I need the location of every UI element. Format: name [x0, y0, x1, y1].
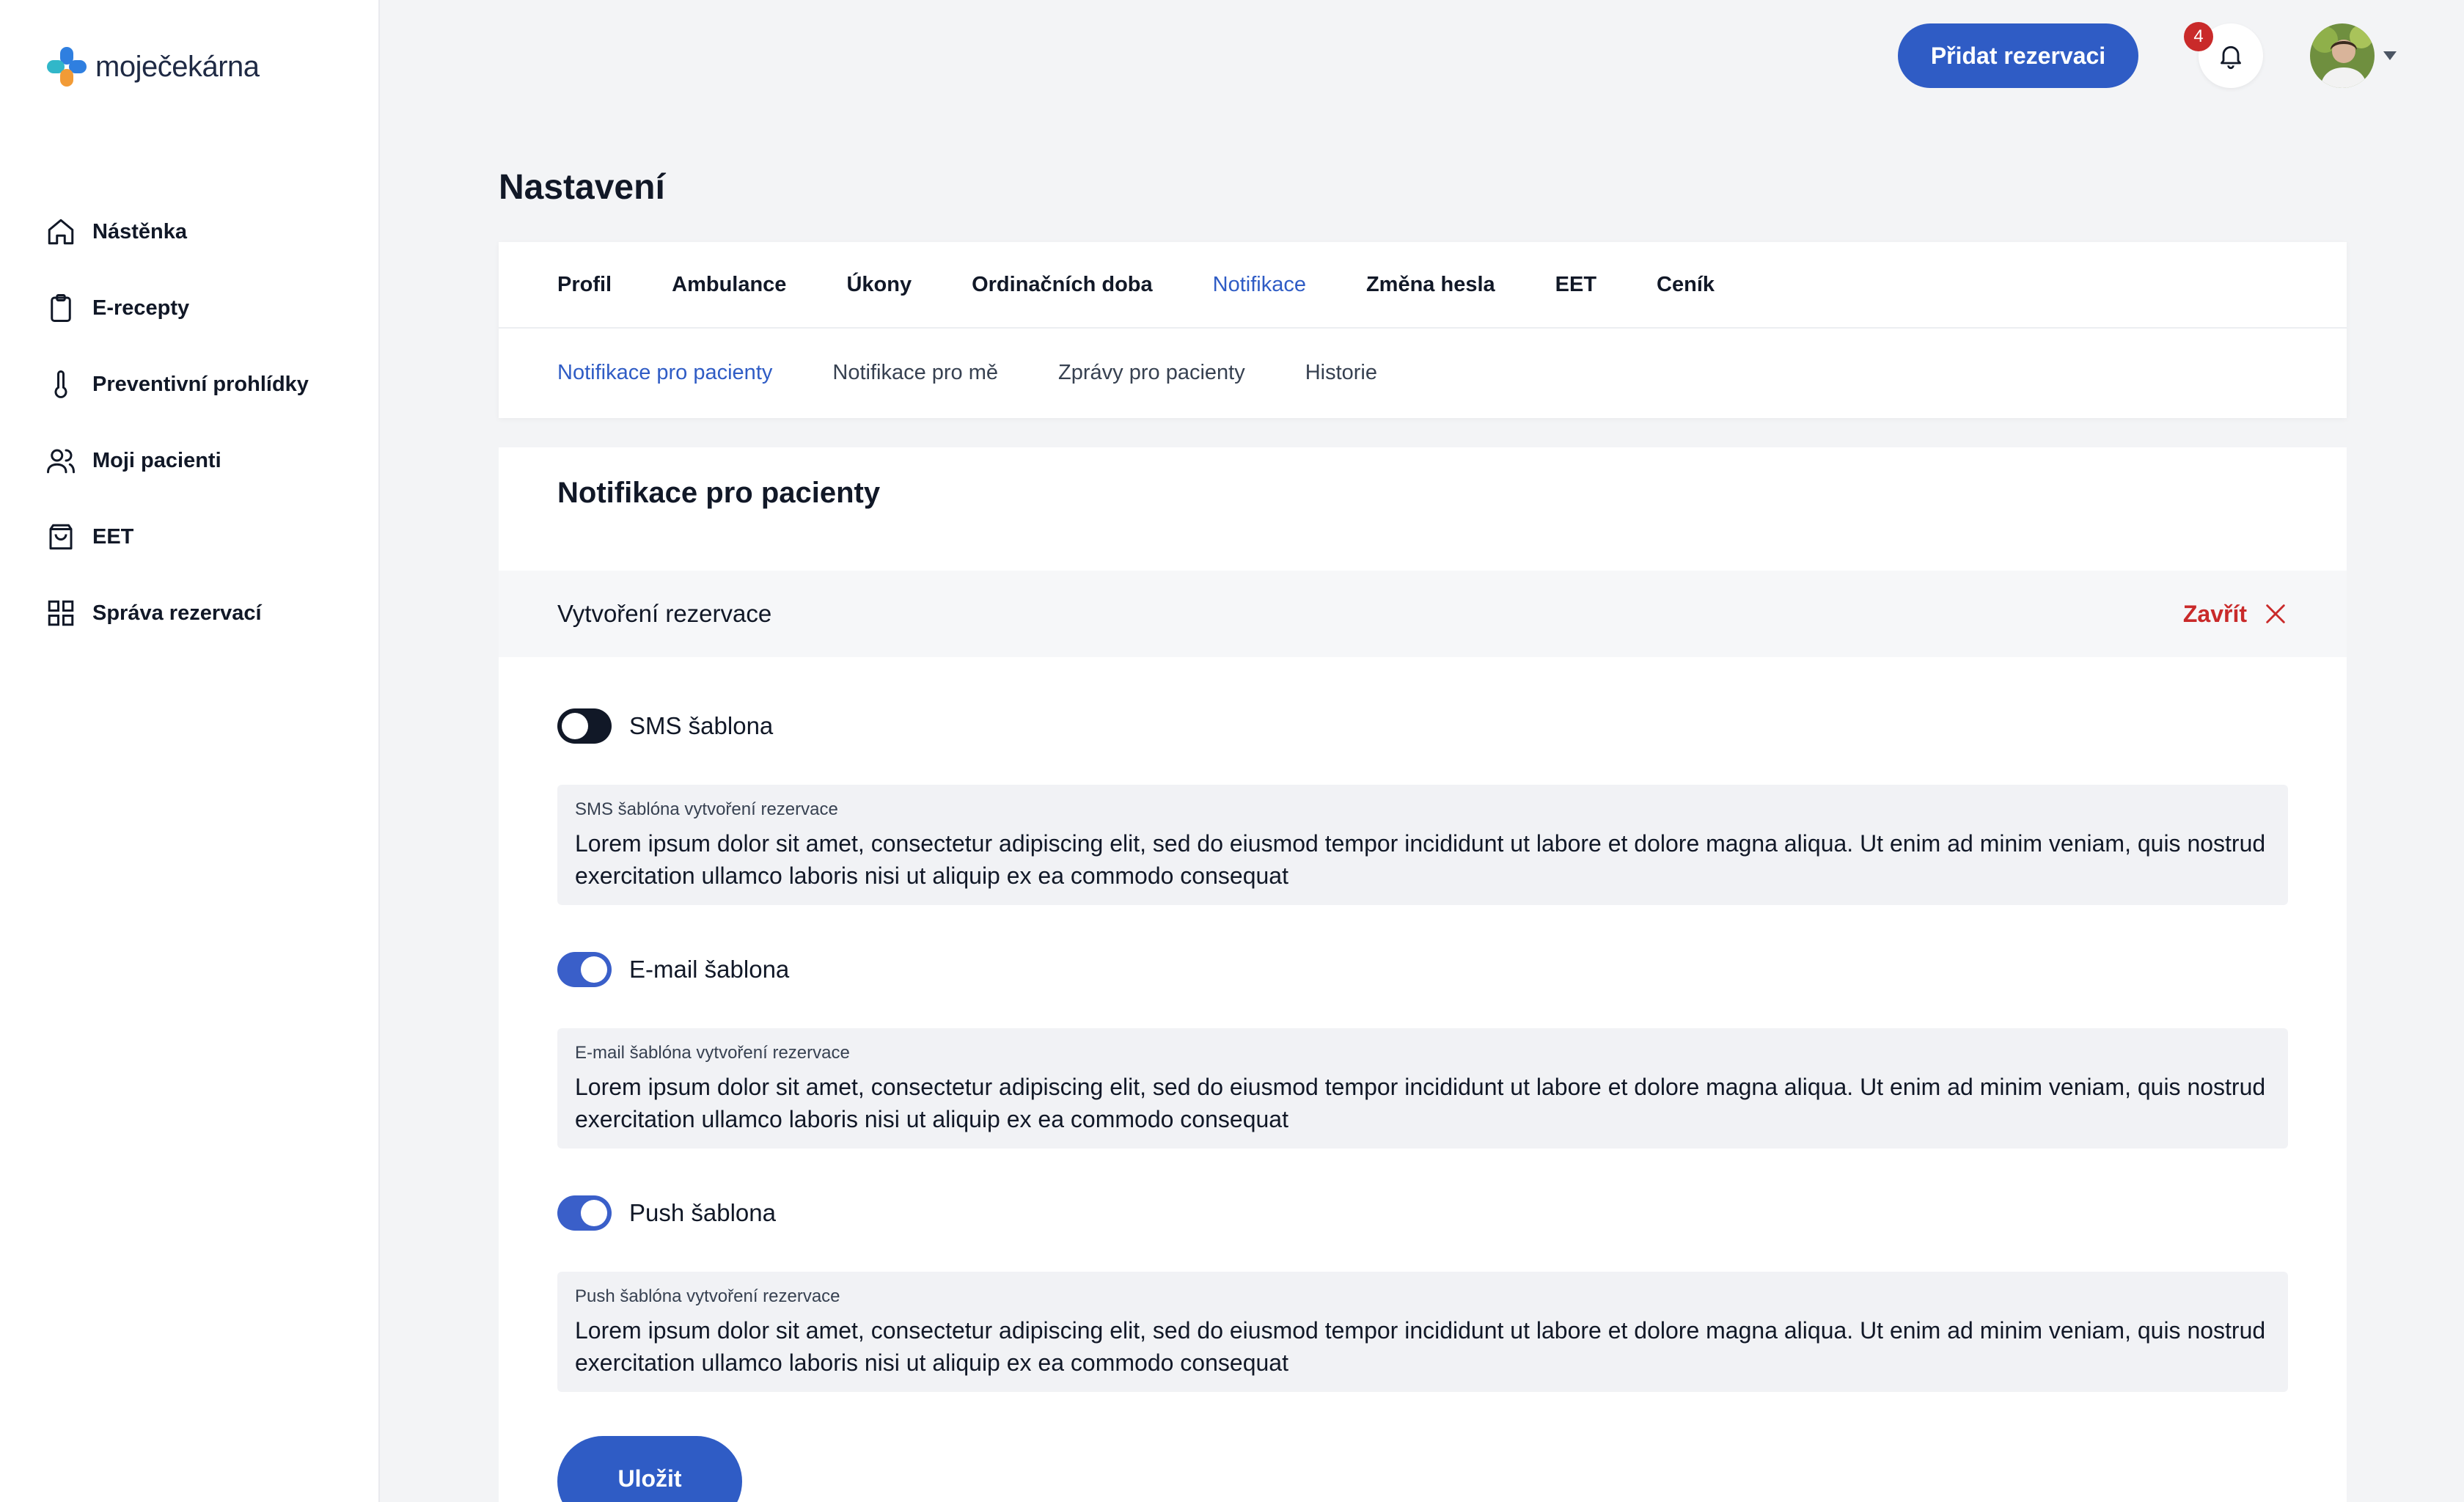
- accordion-header[interactable]: Vytvoření rezervace Zavřít: [499, 571, 2347, 657]
- sidebar-item-sprava-rezervaci[interactable]: Správa rezervací: [45, 575, 309, 651]
- users-icon: [47, 449, 75, 474]
- settings-tabs-card: Profil Ambulance Úkony Ordinačních doba …: [499, 242, 2347, 418]
- sidebar-item-label: Preventivní prohlídky: [92, 372, 309, 396]
- sms-toggle-label: SMS šablona: [629, 712, 774, 739]
- tab-ambulance[interactable]: Ambulance: [672, 273, 786, 297]
- notification-badge: 4: [2184, 22, 2213, 51]
- push-template-text[interactable]: Lorem ipsum dolor sit amet, consectetur …: [575, 1314, 2270, 1379]
- email-template-text[interactable]: Lorem ipsum dolor sit amet, consectetur …: [575, 1071, 2270, 1135]
- thermometer-icon: [54, 370, 67, 398]
- logo-text: moječekárna: [95, 50, 260, 83]
- sidebar-item-nastenka[interactable]: Nástěnka: [45, 194, 309, 270]
- accordion-title: Vytvoření rezervace: [557, 600, 772, 627]
- clipboard-icon: [51, 294, 71, 322]
- sms-template-text[interactable]: Lorem ipsum dolor sit amet, consectetur …: [575, 827, 2270, 892]
- main-tabs: Profil Ambulance Úkony Ordinačních doba …: [499, 242, 2347, 329]
- tab-notifikace[interactable]: Notifikace: [1213, 273, 1306, 297]
- close-icon: [2266, 604, 2285, 623]
- close-button[interactable]: Zavřít: [2183, 601, 2288, 628]
- save-button[interactable]: Uložit: [557, 1436, 742, 1502]
- logo[interactable]: moječekárna: [45, 45, 260, 88]
- email-template-group: E-mail šablona E-mail šablóna vytvoření …: [557, 949, 2288, 1149]
- section-title: Notifikace pro pacienty: [557, 477, 881, 509]
- toggle-knob: [581, 1200, 607, 1226]
- notifications-content-card: Notifikace pro pacienty Vytvoření rezerv…: [499, 447, 2347, 1502]
- push-template-field-label: Push šablóna vytvoření rezervace: [575, 1286, 840, 1306]
- email-template-field[interactable]: E-mail šablóna vytvoření rezervace Lorem…: [557, 1028, 2288, 1149]
- email-toggle[interactable]: [557, 952, 612, 987]
- email-toggle-row: E-mail šablona: [557, 949, 2288, 990]
- subtab-historie[interactable]: Historie: [1305, 361, 1377, 385]
- sidebar-item-eet[interactable]: EET: [45, 499, 309, 575]
- sms-template-group: SMS šablona SMS šablóna vytvoření rezerv…: [557, 706, 2288, 905]
- sidebar-item-label: EET: [92, 524, 134, 549]
- tab-cenik[interactable]: Ceník: [1657, 273, 1715, 297]
- sms-template-field-label: SMS šablóna vytvoření rezervace: [575, 799, 838, 819]
- user-avatar-icon: [2310, 23, 2375, 88]
- push-template-field[interactable]: Push šablóna vytvoření rezervace Lorem i…: [557, 1272, 2288, 1392]
- grid-icon: [48, 600, 74, 626]
- push-toggle[interactable]: [557, 1195, 612, 1231]
- sidebar-item-label: Nástěnka: [92, 219, 187, 243]
- tab-ordinacni-doba[interactable]: Ordinačních doba: [972, 273, 1153, 297]
- sidebar-item-e-recepty[interactable]: E-recepty: [45, 270, 309, 346]
- chevron-down-icon[interactable]: [2382, 48, 2398, 63]
- sms-toggle[interactable]: [557, 708, 612, 744]
- email-toggle-label: E-mail šablona: [629, 956, 790, 983]
- bell-icon: [2221, 45, 2241, 69]
- home-icon: [48, 219, 74, 245]
- push-toggle-row: Push šablona: [557, 1193, 2288, 1234]
- sidebar-item-label: Správa rezervací: [92, 601, 262, 625]
- logo-icon: [45, 45, 88, 88]
- push-toggle-label: Push šablona: [629, 1199, 776, 1226]
- avatar[interactable]: [2310, 23, 2375, 88]
- page-title: Nastavení: [499, 168, 665, 207]
- tab-eet[interactable]: EET: [1555, 273, 1596, 297]
- sidebar: moječekárna Nástěnka E-recepty Preventiv…: [0, 0, 380, 1502]
- email-template-field-label: E-mail šablóna vytvoření rezervace: [575, 1043, 850, 1063]
- close-label: Zavřít: [2182, 600, 2247, 627]
- sidebar-item-label: E-recepty: [92, 296, 190, 320]
- tab-profil[interactable]: Profil: [557, 273, 612, 297]
- push-template-group: Push šablona Push šablóna vytvoření reze…: [557, 1193, 2288, 1392]
- sms-toggle-row: SMS šablona: [557, 706, 2288, 747]
- sidebar-item-preventivni-prohlidky[interactable]: Preventivní prohlídky: [45, 346, 309, 422]
- sms-template-field[interactable]: SMS šablóna vytvoření rezervace Lorem ip…: [557, 785, 2288, 905]
- subtab-zpravy-pro-pacienty[interactable]: Zprávy pro pacienty: [1058, 361, 1245, 385]
- subtab-notifikace-pro-me[interactable]: Notifikace pro mě: [832, 361, 998, 385]
- toggle-knob: [581, 956, 607, 983]
- sidebar-item-label: Moji pacienti: [92, 448, 221, 472]
- sub-tabs: Notifikace pro pacienty Notifikace pro m…: [499, 329, 2347, 417]
- sidebar-item-moji-pacienti[interactable]: Moji pacienti: [45, 422, 309, 499]
- shopping-bag-icon: [49, 524, 73, 550]
- tab-ukony[interactable]: Úkony: [846, 273, 912, 297]
- tab-zmena-hesla[interactable]: Změna hesla: [1366, 273, 1495, 297]
- toggle-knob: [562, 713, 588, 739]
- subtab-notifikace-pro-pacienty[interactable]: Notifikace pro pacienty: [557, 361, 772, 385]
- sidebar-nav: Nástěnka E-recepty Preventivní prohlídky…: [45, 194, 309, 651]
- add-reservation-button[interactable]: Přidat rezervaci: [1898, 23, 2138, 88]
